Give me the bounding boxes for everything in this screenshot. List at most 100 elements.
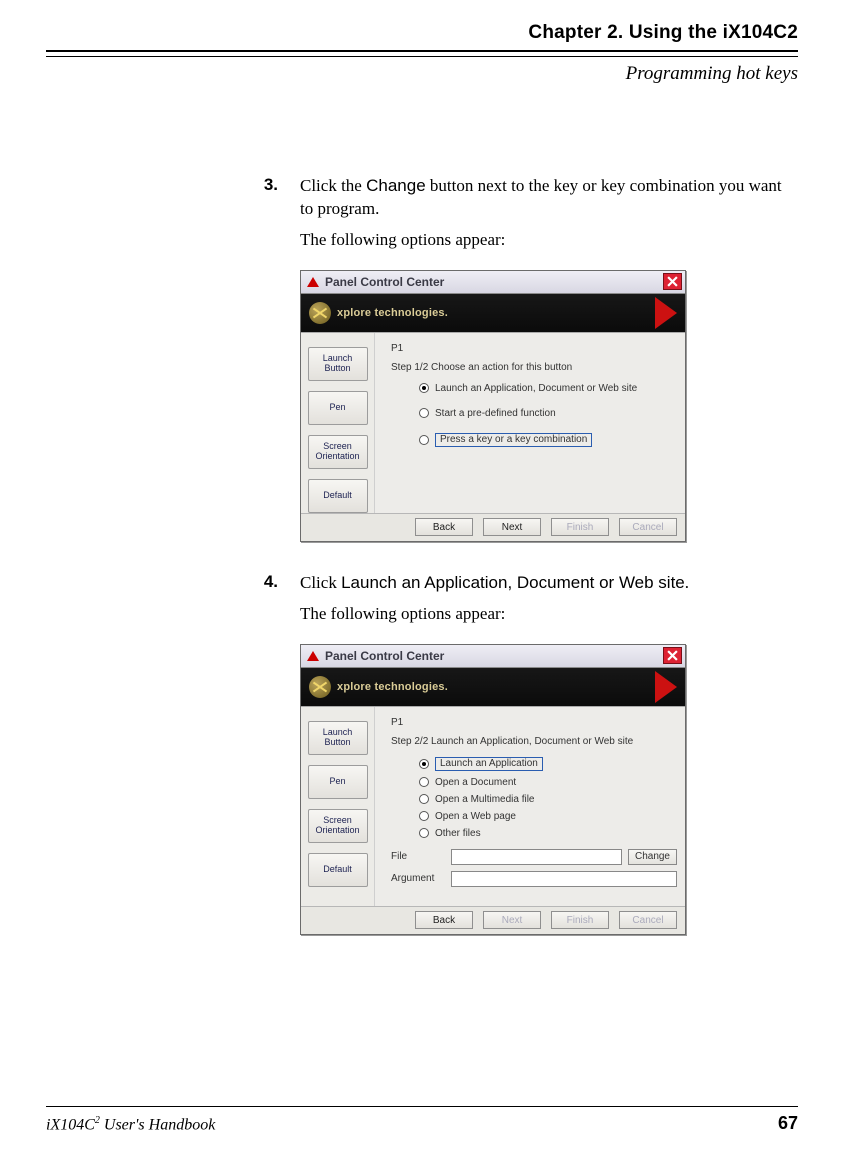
file-label: File [391,851,445,862]
panel-heading: P1 [391,343,677,354]
option-other-files[interactable]: Other files [419,828,677,839]
step-followup: The following options appear: [300,229,796,252]
brand-band: xplore technologies. [301,668,685,706]
page-header: Chapter 2. Using the iX104C2 Programming… [46,22,798,85]
argument-row: Argument [391,871,677,887]
step-body: Click Launch an Application, Document or… [300,572,689,626]
window-titlebar[interactable]: Panel Control Center [301,271,685,294]
radio-icon [419,383,429,393]
option-label: Open a Multimedia file [435,794,535,805]
sidebar: Launch Button Pen Screen Orientation Def… [301,333,375,513]
step-number: 3. [256,175,278,252]
file-input[interactable] [451,849,622,865]
page: Chapter 2. Using the iX104C2 Programming… [0,0,844,1156]
option-label-selected-box: Launch an Application [435,757,543,771]
main-panel: P1 Step 2/2 Launch an Application, Docum… [375,707,685,906]
triangle-icon [307,277,319,287]
radio-icon [419,811,429,821]
sidebar-item-default[interactable]: Default [308,853,368,887]
radio-icon [419,408,429,418]
cancel-button[interactable]: Cancel [619,518,677,536]
sidebar-item-pen[interactable]: Pen [308,391,368,425]
option-label: Launch an Application, Document or Web s… [435,383,637,394]
close-icon [667,276,678,287]
back-button[interactable]: Back [415,518,473,536]
radio-icon [419,435,429,445]
finish-button[interactable]: Finish [551,911,609,929]
brand-logo-text: xplore technologies. [337,307,448,319]
step-4: 4. Click Launch an Application, Document… [256,572,796,626]
back-button[interactable]: Back [415,911,473,929]
close-button[interactable] [663,273,682,290]
file-row: File Change [391,849,677,865]
brand-triangle-icon [655,671,677,703]
step-text: Click Launch an Application, Document or… [300,572,689,595]
brand-triangle-icon [655,297,677,329]
window-titlebar[interactable]: Panel Control Center [301,645,685,668]
brand-logo-text: xplore technologies. [337,681,448,693]
page-footer: iX104C2 User's Handbook 67 [46,1106,798,1134]
button-bar: Back Next Finish Cancel [301,906,685,934]
header-rule-thin [46,56,798,57]
radio-icon [419,828,429,838]
close-button[interactable] [663,647,682,664]
option-press-key[interactable]: Press a key or a key combination [419,433,677,447]
brand-logo-icon [309,302,331,324]
main-panel: P1 Step 1/2 Choose an action for this bu… [375,333,685,513]
option-label: Start a pre-defined function [435,408,556,419]
window-body: Launch Button Pen Screen Orientation Def… [301,706,685,906]
step-followup: The following options appear: [300,603,689,626]
option-open-web-page[interactable]: Open a Web page [419,811,677,822]
sidebar: Launch Button Pen Screen Orientation Def… [301,707,375,906]
option-start-function[interactable]: Start a pre-defined function [419,408,677,419]
radio-icon [419,794,429,804]
content: 3. Click the Change button next to the k… [256,175,796,935]
screenshot-1: Panel Control Center xplore technologies… [300,270,796,542]
cancel-button[interactable]: Cancel [619,911,677,929]
panel-step-label: Step 1/2 Choose an action for this butto… [391,362,677,373]
option-open-document[interactable]: Open a Document [419,777,677,788]
screenshot-2: Panel Control Center xplore technologies… [300,644,796,935]
step-3: 3. Click the Change button next to the k… [256,175,796,252]
footer-page-number: 67 [778,1113,798,1134]
window: Panel Control Center xplore technologies… [300,644,686,935]
option-label: Open a Document [435,777,516,788]
footer-handbook: iX104C2 User's Handbook [46,1115,215,1134]
triangle-icon [307,651,319,661]
step-number: 4. [256,572,278,626]
window-body: Launch Button Pen Screen Orientation Def… [301,332,685,513]
finish-button[interactable]: Finish [551,518,609,536]
brand-logo-icon [309,676,331,698]
option-launch-application[interactable]: Launch an Application [419,757,677,771]
sidebar-item-launch-button[interactable]: Launch Button [308,721,368,755]
argument-input[interactable] [451,871,677,887]
radio-icon [419,777,429,787]
radio-icon [419,759,429,769]
button-bar: Back Next Finish Cancel [301,513,685,541]
next-button[interactable]: Next [483,518,541,536]
window: Panel Control Center xplore technologies… [300,270,686,542]
step-body: Click the Change button next to the key … [300,175,796,252]
sidebar-item-screen-orientation[interactable]: Screen Orientation [308,809,368,843]
option-label-selected-box: Press a key or a key combination [435,433,592,447]
option-label: Other files [435,828,481,839]
sidebar-item-launch-button[interactable]: Launch Button [308,347,368,381]
header-rule-thick [46,50,798,57]
option-label: Open a Web page [435,811,516,822]
close-icon [667,650,678,661]
brand-band: xplore technologies. [301,294,685,332]
window-title: Panel Control Center [325,649,663,663]
option-launch-app[interactable]: Launch an Application, Document or Web s… [419,383,677,394]
argument-label: Argument [391,873,445,884]
panel-step-label: Step 2/2 Launch an Application, Document… [391,736,677,747]
change-button[interactable]: Change [628,849,677,865]
panel-heading: P1 [391,717,677,728]
sidebar-item-default[interactable]: Default [308,479,368,513]
header-section: Programming hot keys [46,63,798,85]
option-open-multimedia[interactable]: Open a Multimedia file [419,794,677,805]
next-button[interactable]: Next [483,911,541,929]
header-chapter: Chapter 2. Using the iX104C2 [46,22,798,44]
sidebar-item-screen-orientation[interactable]: Screen Orientation [308,435,368,469]
sidebar-item-pen[interactable]: Pen [308,765,368,799]
window-title: Panel Control Center [325,275,663,289]
